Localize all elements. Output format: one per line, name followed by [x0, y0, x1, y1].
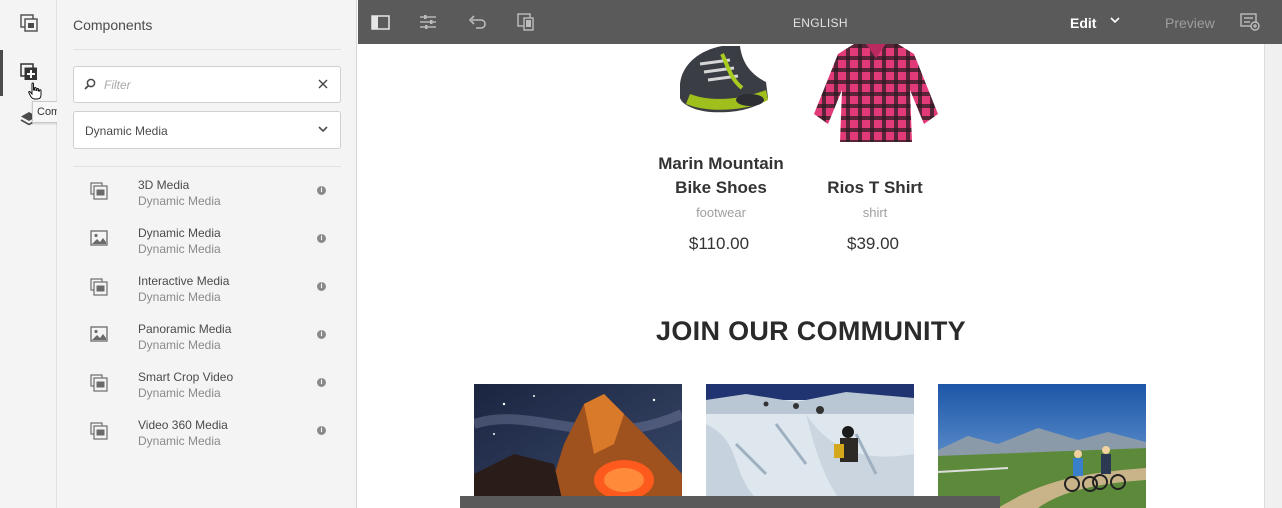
product-name-line2[interactable]: Rios T Shirt [800, 176, 950, 200]
community-photo-night-camp[interactable] [474, 384, 682, 508]
component-item-group: Dynamic Media [138, 290, 221, 304]
component-item-video-360-media[interactable]: Video 360 Media Dynamic Media i [73, 408, 341, 456]
info-icon[interactable]: i [317, 330, 326, 339]
filter-input[interactable]: Filter [73, 66, 341, 103]
assets-rail-button[interactable] [14, 8, 44, 38]
annotate-icon [1240, 13, 1260, 31]
editor-toolbar: ENGLISH Edit Preview [358, 0, 1282, 44]
community-photo-glacier-climb[interactable] [706, 384, 914, 508]
toggle-side-panel-button[interactable] [370, 12, 390, 32]
component-list: 3D Media Dynamic Media i Dynamic Media D… [73, 168, 341, 456]
mode-select[interactable]: Edit [1070, 15, 1096, 31]
info-icon[interactable]: i [317, 426, 326, 435]
product-image-shoes[interactable] [670, 44, 774, 118]
components-icon [20, 63, 37, 80]
product-name-line2[interactable]: Bike Shoes [646, 176, 796, 200]
product-image-shirt[interactable] [810, 44, 942, 144]
component-item-panoramic-media[interactable]: Panoramic Media Dynamic Media i [73, 312, 341, 360]
language-label: ENGLISH [793, 16, 848, 30]
media-set-icon [90, 422, 108, 440]
product-name-line1[interactable]: Marin Mountain [646, 152, 796, 176]
rail-active-indicator [0, 50, 3, 96]
assets-icon [20, 14, 38, 32]
undo-icon [468, 15, 486, 29]
search-icon [84, 78, 96, 90]
component-item-title: Panoramic Media [138, 322, 232, 336]
component-item-title: Dynamic Media [138, 226, 221, 240]
component-item-title: Video 360 Media [138, 418, 228, 432]
product-price: $110.00 [688, 234, 750, 253]
sliders-icon [420, 15, 436, 29]
undo-button[interactable] [467, 12, 487, 32]
community-heading: JOIN OUR COMMUNITY [656, 316, 966, 346]
components-panel: Components Filter Dynamic Media 3D Media… [57, 0, 357, 508]
devices-icon [517, 13, 534, 31]
chevron-down-icon[interactable] [1110, 16, 1120, 24]
component-item-group: Dynamic Media [138, 242, 221, 256]
annotate-button[interactable] [1240, 12, 1260, 32]
component-item-title: 3D Media [138, 178, 190, 192]
emulator-button[interactable] [516, 12, 536, 32]
media-set-icon [90, 278, 108, 296]
product-price: $39.00 [847, 234, 899, 253]
side-rail [0, 0, 57, 508]
side-panel-icon [370, 14, 390, 30]
component-item-group: Dynamic Media [138, 338, 221, 352]
panel-title: Components [73, 17, 153, 33]
info-icon[interactable]: i [317, 378, 326, 387]
component-item-dynamic-media[interactable]: Dynamic Media Dynamic Media i [73, 216, 341, 264]
page-properties-button[interactable] [418, 12, 438, 32]
component-item-group: Dynamic Media [138, 386, 221, 400]
component-item-group: Dynamic Media [138, 194, 221, 208]
info-icon[interactable]: i [317, 186, 326, 195]
preview-button[interactable]: Preview [1165, 15, 1215, 31]
filter-placeholder: Filter [104, 78, 131, 92]
component-item-3d-media[interactable]: 3D Media Dynamic Media i [73, 168, 341, 216]
product-category: shirt [862, 205, 888, 220]
page-scroll-strip[interactable] [1264, 44, 1282, 508]
media-set-icon [90, 374, 108, 392]
panel-divider [73, 49, 341, 50]
component-item-smart-crop-video[interactable]: Smart Crop Video Dynamic Media i [73, 360, 341, 408]
component-group-select[interactable]: Dynamic Media [73, 111, 341, 149]
info-icon[interactable]: i [317, 234, 326, 243]
image-icon [90, 230, 108, 246]
panel-divider [73, 166, 341, 167]
chevron-down-icon [318, 126, 328, 133]
info-icon[interactable]: i [317, 282, 326, 291]
page-canvas: Marin Mountain Bike Shoes footwear $110.… [358, 44, 1264, 508]
component-item-title: Interactive Media [138, 274, 230, 288]
component-item-title: Smart Crop Video [138, 370, 234, 384]
community-photo-mountain-bikers[interactable] [938, 384, 1146, 508]
component-item-interactive-media[interactable]: Interactive Media Dynamic Media i [73, 264, 341, 312]
media-set-icon [90, 182, 108, 200]
clear-icon[interactable] [318, 79, 328, 89]
image-icon [90, 326, 108, 342]
component-item-group: Dynamic Media [138, 434, 221, 448]
editable-overlay-bar [460, 496, 1000, 508]
component-group-value: Dynamic Media [85, 124, 168, 138]
product-category: footwear [696, 205, 746, 220]
